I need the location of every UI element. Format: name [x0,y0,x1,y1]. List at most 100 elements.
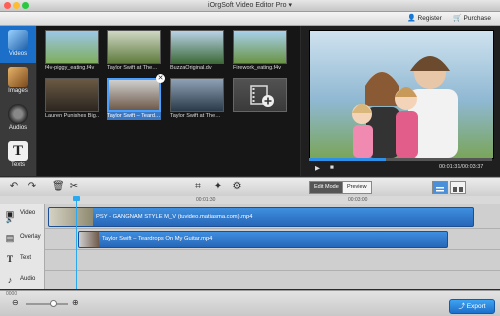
media-thumbnail [107,30,161,64]
title-bar: iOrgSoft Video Editor Pro ▾ [0,0,500,12]
speaker-icon [8,104,28,124]
preview-panel: ▶ ■ 00:01:31/00:03:37 [301,26,500,176]
track-label-audio: ♪ Audio [0,270,44,291]
overlay-clip[interactable]: Taylor Swift – Teardrops On My Guitar.mp… [78,231,448,248]
edit-mode-button[interactable]: Edit Mode [309,181,344,194]
storyboard-view-button[interactable] [450,181,466,194]
image-icon [8,67,28,87]
playback-progress-bar[interactable] [309,158,492,161]
preview-frame [309,30,494,159]
timeline-toolbar: ↶ ↷ 🗑 ✂ ⌗ ✦ ⚙ Edit Mode Preview [0,177,500,197]
track-label-overlay: ▤ Overlay [0,228,44,249]
playback-progress-fill [309,158,386,161]
zoom-slider-knob[interactable] [50,300,57,307]
cart-icon: 🛒 [453,15,462,22]
timeline-view-icon [436,187,444,192]
export-button[interactable]: ⤴ Export [449,299,495,314]
sidebar-item-texts[interactable]: T Texts [0,137,36,174]
preview-mode-button[interactable]: Preview [342,181,372,194]
track-divider [45,270,500,271]
track-divider [45,228,500,229]
undo-icon[interactable]: ↶ [8,181,20,193]
media-caption: Taylor Swift at The… [170,113,221,119]
clip-thumbnail [79,232,99,247]
track-label-text: Overlay [20,234,41,240]
media-caption: f4v-piggy_eating.f4v [45,65,95,71]
remove-media-icon[interactable]: ✕ [156,74,165,83]
media-thumbnail [170,78,224,112]
purchase-button[interactable]: 🛒 Purchase [453,12,491,25]
magic-wand-icon[interactable]: ✦ [212,181,224,193]
ruler-start-marker: 0000 [6,291,18,297]
track-label-text: Text [20,255,32,261]
media-item[interactable]: BuzzaOriginal.dv [170,30,224,74]
sidebar-item-videos[interactable]: Videos [0,26,36,63]
film-icon [8,30,28,50]
track-label-text: Video [20,210,36,216]
track-label-video: ▣ Video 🔈 [0,204,44,225]
media-item[interactable]: Taylor Swift at The… [107,30,161,74]
redo-icon[interactable]: ↷ [26,181,38,193]
crop-icon[interactable]: ⌗ [192,181,204,193]
track-divider [45,249,500,250]
text-icon: T [8,141,28,161]
top-bar: 👤 Register 🛒 Purchase [0,12,500,26]
media-caption: Lauren Punishes Big… [45,113,99,119]
media-thumbnail [233,30,287,64]
time-display: 00:01:31/00:03:37 [439,164,484,170]
sidebar-item-label: Audios [8,125,28,131]
timeline-tracks[interactable]: PSY - GANGNAM STYLE M_V (tuvideo.matiasm… [45,204,500,289]
sidebar-item-audios[interactable]: Audios [0,100,36,137]
media-caption: BuzzaOriginal.dv [170,65,212,71]
media-item[interactable]: Firework_eating.f4v [233,30,287,74]
preview-image [310,31,493,158]
sidebar-item-label: Images [8,88,28,94]
media-thumbnail [170,30,224,64]
overlay-icon: ▤ [5,233,15,243]
media-item[interactable]: f4v-piggy_eating.f4v [45,30,99,74]
zoom-slider[interactable] [26,300,68,307]
media-thumbnail [107,78,161,112]
track-label-text-track: T Text [0,249,44,270]
media-type-sidebar: Videos Images Audios T Texts [0,26,37,176]
register-icon: 👤 [407,15,416,22]
purchase-label: Purchase [463,15,491,22]
note-icon: ♪ [7,275,13,285]
media-caption: Firework_eating.f4v [233,65,281,71]
sidebar-item-images[interactable]: Images [0,63,36,100]
add-media-button[interactable] [233,78,287,112]
media-thumbnail [45,30,99,64]
track-labels: ▣ Video 🔈 ▤ Overlay T Text ♪ Audio [0,204,45,289]
add-video-icon [250,85,274,107]
clip-label: Taylor Swift – Teardrops On My Guitar.mp… [102,236,213,242]
window-title: iOrgSoft Video Editor Pro ▾ [208,2,292,9]
media-item[interactable]: Lauren Punishes Big… [45,78,99,122]
bottom-bar: 0000 ⊖ ⊕ ⤴ Export [0,290,500,316]
media-item-selected[interactable]: Taylor Swift – Teard… ✕ [107,74,165,122]
scissors-icon[interactable]: ✂ [68,181,80,193]
sidebar-item-label: Videos [8,51,28,57]
volume-icon[interactable]: 🔈 [6,217,13,224]
media-caption: Taylor Swift at The… [107,65,158,71]
gear-icon[interactable]: ⚙ [231,181,243,193]
delete-icon[interactable]: 🗑 [52,181,65,193]
ruler-tick-label: 00:01:30 [196,197,216,203]
video-clip[interactable]: PSY - GANGNAM STYLE M_V (tuvideo.matiasm… [48,207,474,227]
export-label: Export [466,303,486,310]
track-label-text: Audio [20,276,36,282]
timeline-view-button[interactable] [432,181,448,194]
play-icon[interactable]: ▶ [315,164,320,172]
playhead-handle[interactable] [73,196,80,201]
media-thumbnail [45,78,99,112]
media-item[interactable]: Taylor Swift at The… [170,78,224,122]
storyboard-view-icon [453,187,463,192]
clip-label: PSY - GANGNAM STYLE M_V (tuvideo.matiasm… [96,214,253,220]
ruler-tick-label: 00:03:00 [348,197,368,203]
text-icon: T [6,254,13,264]
register-button[interactable]: 👤 Register [407,12,442,25]
playhead[interactable] [73,196,80,289]
export-icon: ⤴ [458,303,465,310]
stop-icon[interactable]: ■ [330,164,334,171]
zoom-in-icon[interactable]: ⊕ [72,298,79,307]
zoom-out-icon[interactable]: ⊖ [12,298,19,307]
